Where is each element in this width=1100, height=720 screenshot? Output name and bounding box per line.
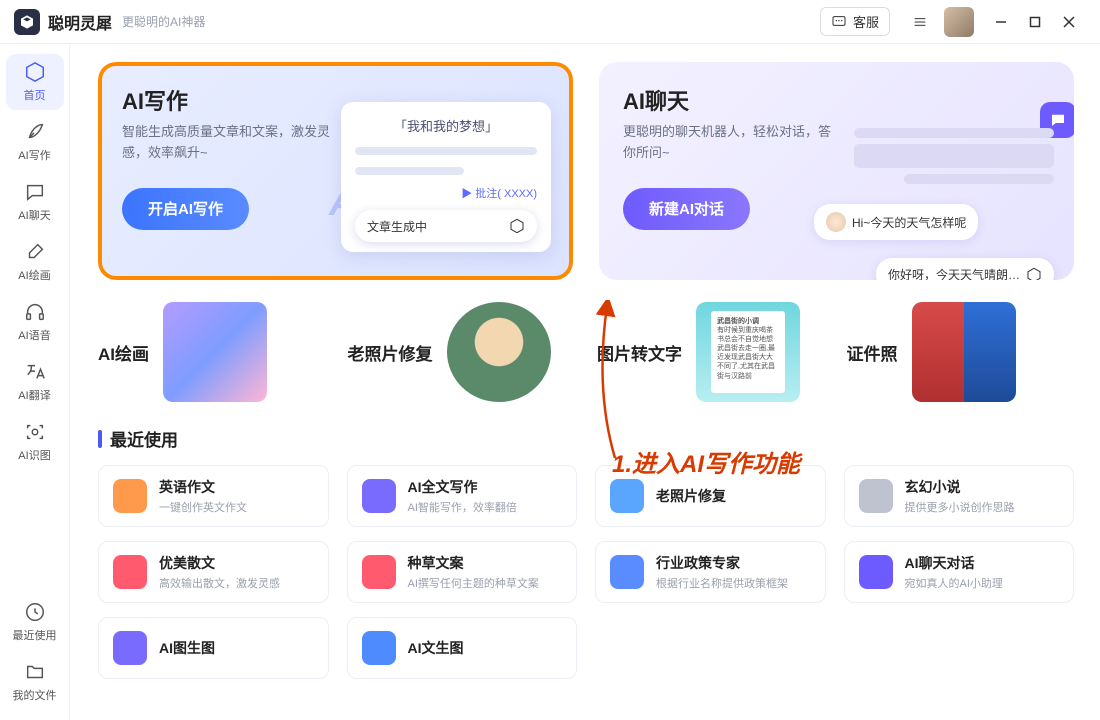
recent-item-icon: [362, 555, 396, 589]
ocr-thumb: 武昌街的小调有时候到重庆喝茶书总会不自觉地想武昌街去走一圈,最近发现武昌街大大不…: [696, 302, 800, 402]
chat-icon: [831, 14, 847, 30]
chat-bubble: 你好呀，今天天气晴朗…: [876, 258, 1054, 280]
recent-item-sub: 一键创作英文作文: [159, 499, 247, 515]
recent-item-icon: [859, 479, 893, 513]
recent-item-title: 行业政策专家: [656, 553, 788, 573]
app-name: 聪明灵犀: [48, 10, 112, 34]
recent-item-title: AI文生图: [408, 638, 464, 658]
start-writing-button[interactable]: 开启AI写作: [122, 188, 249, 230]
sidebar-item-writing[interactable]: AI写作: [6, 114, 64, 170]
recent-item-icon: [113, 479, 147, 513]
recent-item-title: 优美散文: [159, 553, 280, 573]
recent-item-sub: 宛如真人的AI小助理: [905, 575, 1003, 591]
feature-card-ocr[interactable]: 图片转文字 武昌街的小调有时候到重庆喝茶书总会不自觉地想武昌街去走一圈,最近发现…: [597, 302, 825, 402]
recent-item-icon: [113, 631, 147, 665]
close-button[interactable]: [1052, 8, 1086, 36]
recent-item-title: 种草文案: [408, 553, 539, 573]
hero-chat-title: AI聊天: [623, 84, 1050, 116]
recent-item-sub: 根据行业名称提供政策框架: [656, 575, 788, 591]
hero-chat-desc: 更聪明的聊天机器人，轻松对话，答你所问~: [623, 122, 833, 164]
sidebar-item-home[interactable]: 首页: [6, 54, 64, 110]
writing-status-chip: 文章生成中: [355, 210, 537, 242]
recent-item[interactable]: AI聊天对话 宛如真人的AI小助理: [844, 541, 1075, 603]
recent-item[interactable]: AI图生图: [98, 617, 329, 679]
recent-item[interactable]: 英语作文 一键创作英文作文: [98, 465, 329, 527]
recent-item-icon: [362, 479, 396, 513]
recent-item-sub: 高效输出散文，激发灵感: [159, 575, 280, 591]
recent-item[interactable]: AI全文写作 AI智能写作，效率翻倍: [347, 465, 578, 527]
chat-bubble: Hi~今天的天气怎样呢: [814, 204, 978, 240]
sidebar-item-voice[interactable]: AI语音: [6, 294, 64, 350]
app-tagline: 更聪明的AI神器: [122, 13, 205, 30]
recent-item[interactable]: 老照片修复: [595, 465, 826, 527]
hero-chat-card[interactable]: AI聊天 更聪明的聊天机器人，轻松对话，答你所问~ 新建AI对话 Hi~今天的天…: [599, 62, 1074, 280]
scan-icon: [24, 421, 46, 443]
sidebar-item-ocr[interactable]: AI识图: [6, 414, 64, 470]
recent-item-icon: [113, 555, 147, 589]
hex-icon: [509, 218, 525, 234]
sidebar-item-translate[interactable]: AI翻译: [6, 354, 64, 410]
headphone-icon: [24, 301, 46, 323]
home-icon: [24, 61, 46, 83]
idphoto-thumb: [912, 302, 1016, 402]
folder-icon: [24, 661, 46, 683]
feature-card-paint[interactable]: AI绘画: [98, 302, 326, 402]
recent-item[interactable]: 玄幻小说 提供更多小说创作思路: [844, 465, 1075, 527]
hex-icon: [1026, 267, 1042, 281]
recent-item-title: AI全文写作: [408, 477, 517, 497]
recent-item-icon: [610, 555, 644, 589]
recent-item-sub: AI撰写任何主题的种草文案: [408, 575, 539, 591]
recent-grid: 英语作文 一键创作英文作文 AI全文写作 AI智能写作，效率翻倍 老照片修复 玄…: [98, 465, 1074, 679]
feature-card-idphoto[interactable]: 证件照: [847, 302, 1075, 402]
quill-icon: [24, 121, 46, 143]
new-chat-button[interactable]: 新建AI对话: [623, 188, 750, 230]
sidebar-item-recent[interactable]: 最近使用: [6, 594, 64, 650]
hero-writing-desc: 智能生成高质量文章和文案，激发灵感，效率飙升~: [122, 122, 332, 164]
writing-preview-panel: 「我和我的梦想」 ▶ 批注( XXXX) 文章生成中: [341, 102, 551, 252]
paint-thumb: [163, 302, 267, 402]
titlebar: 聪明灵犀 更聪明的AI神器 客服: [0, 0, 1100, 44]
recent-item-icon: [859, 555, 893, 589]
minimize-button[interactable]: [984, 8, 1018, 36]
app-logo: [14, 9, 40, 35]
recent-item[interactable]: 种草文案 AI撰写任何主题的种草文案: [347, 541, 578, 603]
recent-item-icon: [610, 479, 644, 513]
customer-service-button[interactable]: 客服: [820, 7, 890, 36]
sidebar-item-files[interactable]: 我的文件: [6, 654, 64, 710]
recent-item-title: AI聊天对话: [905, 553, 1003, 573]
recent-heading: 最近使用: [98, 426, 1074, 451]
recent-item-sub: AI智能写作，效率翻倍: [408, 499, 517, 515]
sidebar-item-chat[interactable]: AI聊天: [6, 174, 64, 230]
recent-item-title: 玄幻小说: [905, 477, 1015, 497]
avatar[interactable]: [944, 7, 974, 37]
sidebar-item-paint[interactable]: AI绘画: [6, 234, 64, 290]
recent-item-icon: [362, 631, 396, 665]
recent-item[interactable]: 行业政策专家 根据行业名称提供政策框架: [595, 541, 826, 603]
chat-bubble-icon: [24, 181, 46, 203]
chat-preview: Hi~今天的天气怎样呢 你好呀，今天天气晴朗…: [814, 122, 1054, 280]
menu-button[interactable]: [906, 8, 934, 36]
hero-writing-card[interactable]: AI写作 智能生成高质量文章和文案，激发灵感，效率飙升~ 开启AI写作 AI 「…: [98, 62, 573, 280]
recent-item[interactable]: 优美散文 高效输出散文，激发灵感: [98, 541, 329, 603]
sidebar: 首页 AI写作 AI聊天 AI绘画 AI语音 AI翻译 AI识图 最: [0, 44, 70, 720]
clock-icon: [24, 601, 46, 623]
recent-item-title: 英语作文: [159, 477, 247, 497]
translate-icon: [24, 361, 46, 383]
maximize-button[interactable]: [1018, 8, 1052, 36]
recent-item-sub: 提供更多小说创作思路: [905, 499, 1015, 515]
main-content: AI写作 智能生成高质量文章和文案，激发灵感，效率飙升~ 开启AI写作 AI 「…: [70, 44, 1100, 720]
recent-item[interactable]: AI文生图: [347, 617, 578, 679]
recent-item-title: 老照片修复: [656, 486, 726, 506]
feature-card-restore[interactable]: 老照片修复: [348, 302, 576, 402]
photo-thumb: [447, 302, 551, 402]
recent-item-title: AI图生图: [159, 638, 215, 658]
brush-icon: [24, 241, 46, 263]
